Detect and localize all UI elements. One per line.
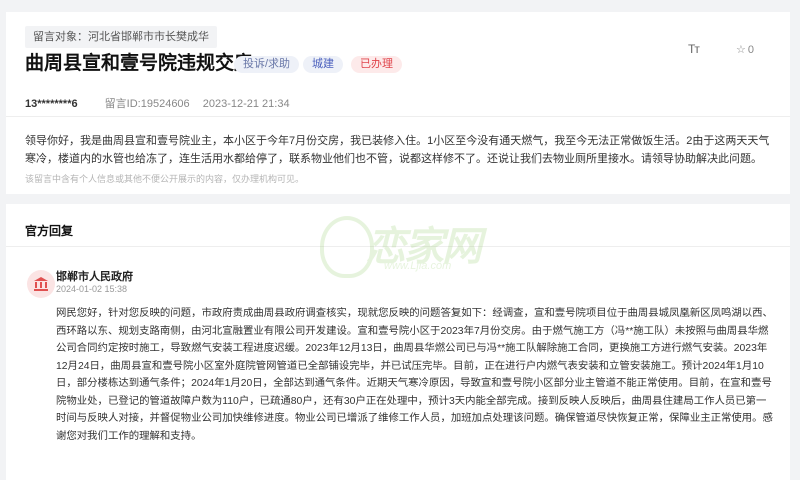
reply-content: 网民您好，针对您反映的问题，市政府责成曲周县政府调查核实，现就您反映的问题答复如… [56, 308, 773, 442]
reply-date: 2024-01-02 15:38 [56, 284, 128, 294]
section-title: 官方回复 [25, 224, 74, 238]
message-card: 留言对象：河北省邯郸市市长樊成华 Tт ☆ 0 曲周县宣和壹号院违规交房 投诉/求… [6, 12, 790, 194]
type-badge: 投诉/求助 [234, 56, 300, 73]
star-icon: ☆ [736, 44, 746, 56]
department-badge: 城建 [303, 56, 343, 73]
message-timestamp: 2023-12-21 21:34 [202, 98, 290, 110]
watermark-url: www.Ljia.com [384, 260, 452, 272]
status-badge: 已办理 [351, 56, 402, 73]
message-content: 领导你好，我是曲周县宣和壹号院业主，本小区于今年7月份交房，我已装修入住。1小区… [25, 135, 770, 165]
message-target-tag[interactable]: 留言对象：河北省邯郸市市长樊成华 [25, 26, 217, 48]
message-id: 留言ID:19524606 [104, 98, 190, 110]
watermark-logo: 恋家网 www.Ljia.com [306, 212, 506, 282]
message-meta: 13********6 留言ID:19524606 2023-12-21 21:… [25, 95, 290, 111]
reply-organization: 邯郸市人民政府 [56, 271, 133, 283]
privacy-notice: 该留言中含有个人信息或其他不便公开展示的内容，仅办理机构可见。 [25, 174, 305, 184]
font-size-toggle-button[interactable]: Tт [688, 42, 700, 56]
user-id: 13********6 [25, 98, 78, 110]
favorite-count: 0 [747, 44, 754, 56]
government-building-icon [27, 270, 55, 298]
divider [6, 116, 790, 117]
message-title: 曲周县宣和壹号院违规交房 [25, 53, 254, 74]
favorite-button[interactable]: ☆ 0 [736, 43, 754, 56]
official-reply-card: 官方回复 恋家网 www.Ljia.com 邯郸市人民政府 2024-01-02… [6, 204, 790, 480]
